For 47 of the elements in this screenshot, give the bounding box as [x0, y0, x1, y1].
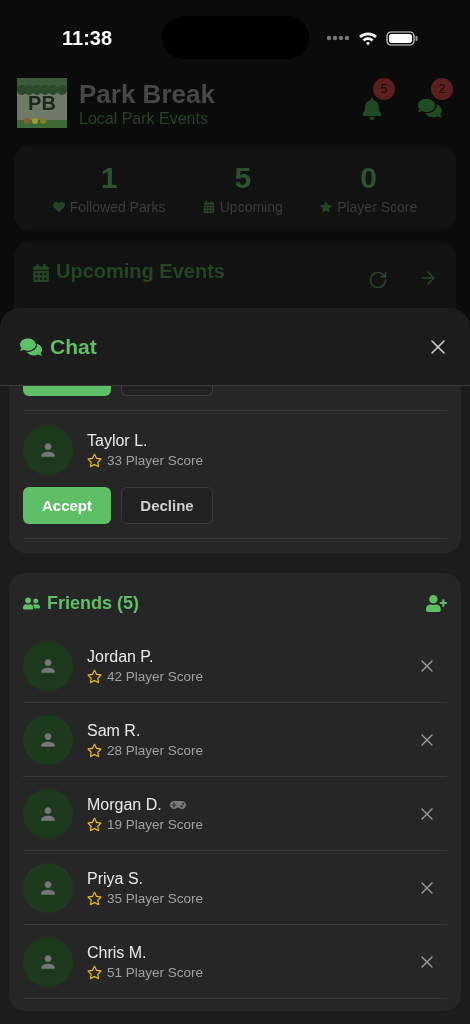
- friend-name: Sam R.: [87, 721, 141, 740]
- notification-count: 5: [373, 78, 395, 100]
- player-score: 28 Player Score: [107, 742, 204, 758]
- friend-name: Priya S.: [87, 869, 143, 888]
- stat-value: 1: [100, 161, 118, 195]
- flowers-drawing: [17, 118, 67, 128]
- trees-drawing: [17, 78, 67, 95]
- friend-name: Morgan D.: [87, 795, 162, 814]
- heart-icon: [52, 201, 65, 213]
- star-icon: [87, 890, 102, 906]
- star-icon: [320, 201, 333, 213]
- stat-value: 5: [234, 161, 252, 195]
- logo-text: PB: [28, 92, 56, 115]
- star-icon: [87, 668, 102, 684]
- friend-name: Taylor L.: [87, 432, 149, 450]
- player-score: 42 Player Score: [107, 668, 204, 684]
- bell-icon: [361, 98, 383, 120]
- app-subtitle: Local Park Events: [79, 109, 209, 128]
- sheet-title: Chat: [50, 334, 98, 359]
- star-icon: [87, 964, 102, 980]
- app-title: Park Break: [79, 78, 216, 110]
- friend-row[interactable]: Priya S. 35 Player Score: [23, 851, 447, 925]
- status-time: 11:38: [62, 26, 113, 50]
- friend-name: Jordan P.: [87, 647, 154, 666]
- player-score: 35 Player Score: [107, 890, 204, 906]
- wifi-icon: [358, 30, 378, 46]
- friend-row[interactable]: Jordan P. 42 Player Score: [23, 629, 447, 703]
- star-icon: [87, 742, 102, 758]
- decline-button[interactable]: Decline: [121, 487, 213, 524]
- player-score: 51 Player Score: [107, 964, 204, 980]
- section-title: Friends (5): [47, 592, 140, 614]
- friend-row[interactable]: Morgan D. 19 Player Score: [23, 777, 447, 851]
- star-icon: [87, 453, 102, 468]
- message-count: 2: [431, 78, 453, 100]
- friend-row[interactable]: Chris M. 51 Player Score: [23, 925, 447, 999]
- chat-icon: [418, 96, 442, 120]
- calendar-icon: [32, 264, 50, 282]
- add-friend-icon[interactable]: [426, 592, 447, 614]
- stat-value: 0: [360, 161, 378, 195]
- battery-icon: [386, 30, 418, 46]
- calendar-icon: [202, 201, 215, 213]
- player-score: 19 Player Score: [107, 816, 204, 832]
- signal-icon: [326, 35, 350, 41]
- friend-row[interactable]: Sam R. 28 Player Score: [23, 703, 447, 777]
- friend-name: Chris M.: [87, 943, 147, 962]
- star-icon: [87, 816, 102, 832]
- player-score: 33 Player Score: [107, 453, 204, 468]
